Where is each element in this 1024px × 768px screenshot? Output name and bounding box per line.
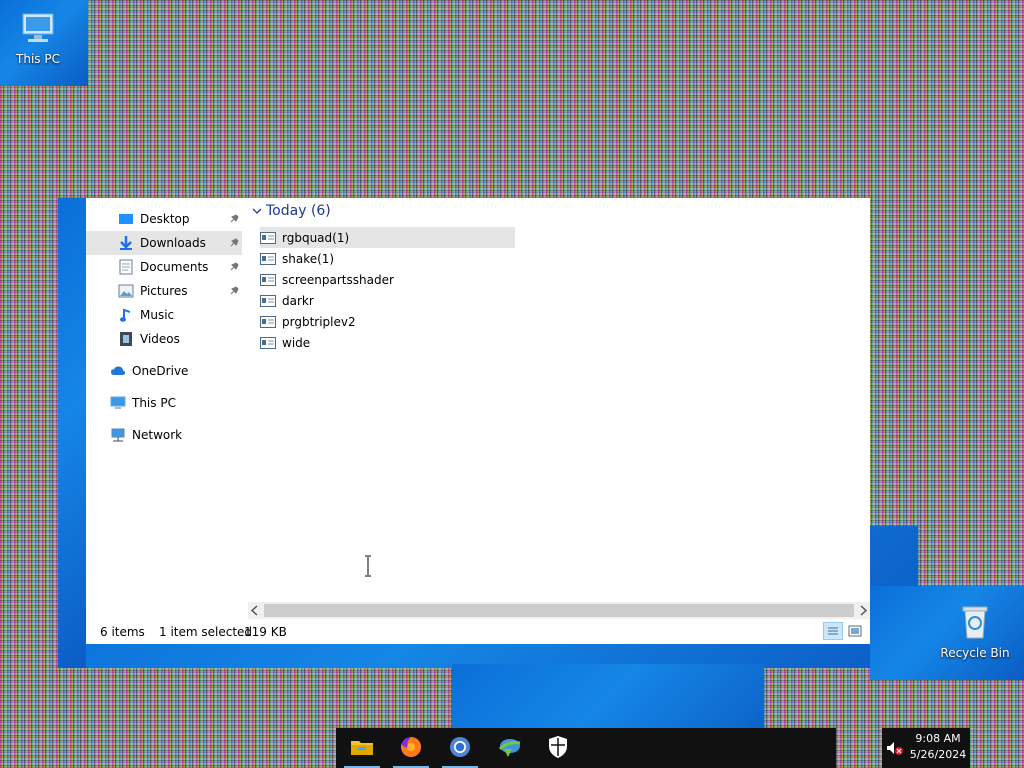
file-icon <box>260 336 276 349</box>
desktop-folder-icon <box>118 211 134 227</box>
nav-item-onedrive[interactable]: OneDrive <box>110 359 240 383</box>
nav-item-label: Desktop <box>140 212 190 226</box>
scrollbar-thumb[interactable] <box>264 604 854 617</box>
file-row[interactable]: wide <box>260 332 515 353</box>
file-list: Today (6) rgbquad(1) shake(1) screenpart… <box>252 198 515 525</box>
documents-icon <box>118 259 134 275</box>
clock[interactable]: 9:08 AM 5/26/2024 <box>908 731 968 763</box>
nav-item-label: Documents <box>140 260 209 274</box>
text-cursor-icon <box>363 554 373 581</box>
file-icon <box>260 273 276 286</box>
chrome-icon <box>448 735 472 762</box>
chevron-down-icon <box>252 203 262 219</box>
recycle-bin-icon <box>955 602 995 642</box>
group-header-today[interactable]: Today (6) <box>252 200 331 222</box>
system-tray[interactable]: 9:08 AM 5/26/2024 <box>882 728 970 768</box>
file-icon <box>260 294 276 307</box>
download-arrow-icon <box>118 235 134 251</box>
file-name: wide <box>282 335 311 350</box>
nav-item-network[interactable]: Network <box>110 423 240 447</box>
nav-item-pictures[interactable]: Pictures <box>118 279 240 303</box>
file-row[interactable]: screenpartsshader <box>260 269 515 290</box>
nav-item-label: Network <box>132 428 183 442</box>
scroll-right-arrow-icon[interactable] <box>858 605 868 619</box>
item-count: 6 items <box>100 625 145 639</box>
taskbar-firefox[interactable] <box>387 728 435 768</box>
horizontal-scrollbar[interactable] <box>248 602 870 619</box>
nav-item-documents[interactable]: Documents <box>118 255 240 279</box>
nav-item-downloads[interactable]: Downloads <box>86 231 242 255</box>
nav-item-music[interactable]: Music <box>118 303 240 327</box>
taskbar <box>336 728 836 768</box>
file-explorer-icon <box>350 737 374 760</box>
nav-item-label: OneDrive <box>132 364 189 378</box>
network-icon <box>110 427 126 443</box>
pin-icon <box>228 237 240 249</box>
internet-download-manager-icon <box>496 735 522 762</box>
desktop-icon-label: This PC <box>16 52 60 66</box>
file-row[interactable]: shake(1) <box>260 248 515 269</box>
scroll-left-arrow-icon[interactable] <box>250 605 260 619</box>
taskbar-internet-download-manager[interactable] <box>485 728 533 768</box>
taskbar-windows-security[interactable] <box>534 728 582 768</box>
file-name: rgbquad(1) <box>282 230 350 245</box>
nav-item-label: This PC <box>132 396 176 410</box>
nav-item-label: Downloads <box>140 236 206 250</box>
nav-item-label: Videos <box>140 332 180 346</box>
nav-item-videos[interactable]: Videos <box>118 327 240 351</box>
nav-item-label: Pictures <box>140 284 188 298</box>
selection-size: 119 KB <box>244 625 287 639</box>
volume-muted-icon[interactable] <box>886 741 904 758</box>
desktop-icon-this-pc[interactable]: This PC <box>2 8 74 66</box>
file-icon <box>260 315 276 328</box>
file-row[interactable]: prgbtriplev2 <box>260 311 515 332</box>
pin-icon <box>228 213 240 225</box>
pin-icon <box>228 261 240 273</box>
desktop-icon-recycle-bin[interactable]: Recycle Bin <box>939 602 1011 660</box>
nav-item-this-pc[interactable]: This PC <box>110 391 240 415</box>
nav-item-desktop[interactable]: Desktop <box>118 207 240 231</box>
status-bar: 6 items 1 item selected 119 KB <box>86 620 870 644</box>
selection-info: 1 item selected <box>159 625 253 639</box>
file-row[interactable]: rgbquad(1) <box>260 227 515 248</box>
file-explorer-window: Desktop Downloads Documents Pictures Mus… <box>86 198 870 644</box>
taskbar-file-explorer[interactable] <box>338 728 386 768</box>
clock-date: 5/26/2024 <box>909 748 967 761</box>
file-icon <box>260 252 276 265</box>
desktop-wallpaper <box>58 198 88 668</box>
pin-icon <box>228 285 240 297</box>
navigation-pane: Desktop Downloads Documents Pictures Mus… <box>86 198 246 604</box>
windows-security-icon <box>547 735 569 762</box>
details-view-icon[interactable] <box>823 622 843 640</box>
firefox-icon <box>399 735 423 762</box>
desktop-icon-label: Recycle Bin <box>940 646 1010 660</box>
videos-icon <box>118 331 134 347</box>
file-name: prgbtriplev2 <box>282 314 356 329</box>
large-icons-view-icon[interactable] <box>846 623 864 639</box>
file-icon <box>260 231 276 244</box>
file-name: darkr <box>282 293 314 308</box>
file-name: screenpartsshader <box>282 272 394 287</box>
file-name: shake(1) <box>282 251 335 266</box>
group-header-label: Today (6) <box>266 203 331 219</box>
pictures-icon <box>118 283 134 299</box>
computer-icon <box>110 395 126 411</box>
computer-icon <box>18 8 58 48</box>
music-note-icon <box>118 307 134 323</box>
file-row[interactable]: darkr <box>260 290 515 311</box>
taskbar-chrome[interactable] <box>436 728 484 768</box>
nav-item-label: Music <box>140 308 175 322</box>
clock-time: 9:08 AM <box>915 732 961 745</box>
cloud-icon <box>110 363 126 379</box>
